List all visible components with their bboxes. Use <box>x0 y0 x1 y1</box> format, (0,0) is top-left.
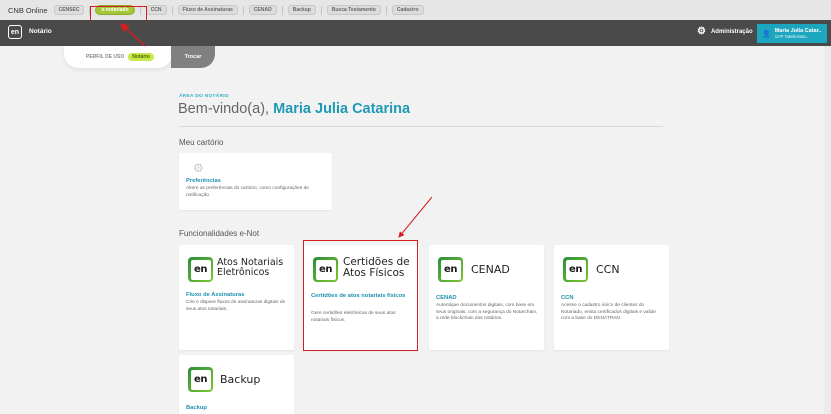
en-logo-icon: en <box>313 257 338 282</box>
gear-icon: ⚙ <box>193 161 204 175</box>
user-info: Maria Julia Catar.. 11ºP Tabelionato... <box>775 28 822 39</box>
gear-icon: ⚙ <box>697 26 706 37</box>
arrow-to-certidoes <box>398 196 433 238</box>
admin-button[interactable]: ⚙ Administração <box>697 27 753 37</box>
card-title: Certidões de atos notariais físicos <box>311 293 406 299</box>
divider <box>320 5 322 15</box>
tab-backup[interactable]: Backup <box>287 5 316 15</box>
profile-label: PERFIL DE USO <box>86 54 125 60</box>
scrollbar-track[interactable] <box>824 46 831 414</box>
admin-label: Administração <box>710 29 753 35</box>
profile-badge: Notário <box>128 53 154 61</box>
badge-text: en <box>565 259 586 280</box>
preferences-card[interactable]: ⚙ Preferências Altere as preferências do… <box>179 153 332 210</box>
highlight-box-e-notariado <box>90 6 147 21</box>
card-description: Autentique documentos digitais, com base… <box>436 303 538 322</box>
feature-card-cenad[interactable]: en CENAD CENAD Autentique documentos dig… <box>429 245 544 350</box>
badge-text: en <box>315 259 336 280</box>
card-title: CCN <box>561 295 574 301</box>
tab-busca-testamento[interactable]: Busca Testamento <box>326 5 381 15</box>
tab-cadastro[interactable]: Cadastro <box>391 5 424 15</box>
tab-fluxo-de-assinaturas[interactable]: Fluxo de Assinaturas <box>177 5 238 15</box>
user-menu-button[interactable]: 👤 Maria Julia Catar.. 11ºP Tabelionato..… <box>757 24 827 43</box>
card-description: Altere as preferências do cartório, como… <box>186 186 309 198</box>
card-title: Backup <box>186 405 207 411</box>
card-title: Preferências <box>186 178 221 184</box>
badge-text: en <box>190 369 211 390</box>
card-description: Gere certidões eletrônicas de seus atos … <box>311 311 396 323</box>
badge-text: en <box>440 259 461 280</box>
card-logo-text: Atos Notariais Eletrônicos <box>217 258 283 278</box>
card-title: CENAD <box>436 295 457 301</box>
divider <box>171 5 173 15</box>
greeting-text: Bem-vindo(a), <box>178 101 270 117</box>
user-full-name: Maria Julia Catarina <box>273 101 411 117</box>
feature-card-certidoes[interactable]: en Certidões de Atos Físicos Certidões d… <box>304 245 419 350</box>
divider <box>242 5 244 15</box>
divider <box>385 5 387 15</box>
section-title-my-office: Meu cartório <box>179 138 224 147</box>
divider <box>281 5 283 15</box>
feature-card-fluxo-assinaturas[interactable]: en Atos Notariais Eletrônicos Fluxo de A… <box>179 245 294 350</box>
logo-line: Eletrônicos <box>217 266 270 278</box>
en-logo-icon: en <box>188 257 213 282</box>
service-brand: CNB Online <box>8 5 48 15</box>
page-title: Bem-vindo(a), Maria Julia Catarina <box>178 101 410 117</box>
en-logo-icon: en <box>188 367 213 392</box>
en-logo-icon: en <box>438 257 463 282</box>
card-logo-text: CCN <box>596 263 620 276</box>
tab-censec[interactable]: CENSEC <box>53 5 85 15</box>
en-logo-icon: en <box>563 257 588 282</box>
feature-card-backup[interactable]: en Backup Backup <box>179 355 294 414</box>
card-logo-text: CENAD <box>471 263 510 276</box>
app-title: Notário <box>29 28 52 35</box>
card-title: Fluxo de Assinaturas <box>186 292 245 298</box>
tab-ccn[interactable]: CCN <box>145 5 167 15</box>
badge-text: en <box>190 259 211 280</box>
card-description: Crie e dispare fluxos de assinaturas dig… <box>186 300 286 312</box>
section-title-features: Funcionalidades e-Not <box>179 229 260 238</box>
card-logo-text: Certidões de Atos Físicos <box>343 256 410 280</box>
logo-line: Atos Físicos <box>343 267 405 280</box>
divider <box>179 126 663 127</box>
en-logo-icon[interactable]: en <box>8 25 22 39</box>
feature-card-ccn[interactable]: en CCN CCN Acesse o cadastro único de cl… <box>554 245 669 350</box>
app-navbar: en Notário ⚙ Administração 👤 Maria Julia… <box>0 20 831 46</box>
switch-profile-button[interactable]: Trocar <box>171 46 215 68</box>
card-description: Acesse o cadastro único de clientes do N… <box>561 303 656 322</box>
card-logo-text: Backup <box>220 373 261 386</box>
area-label: ÁREA DO NOTÁRIO <box>179 94 229 99</box>
tab-cenad[interactable]: CENAD <box>248 5 277 15</box>
usage-profile: PERFIL DE USO Notário <box>64 46 172 68</box>
user-icon: 👤 <box>762 30 771 38</box>
user-office: 11ºP Tabelionato... <box>774 34 810 39</box>
